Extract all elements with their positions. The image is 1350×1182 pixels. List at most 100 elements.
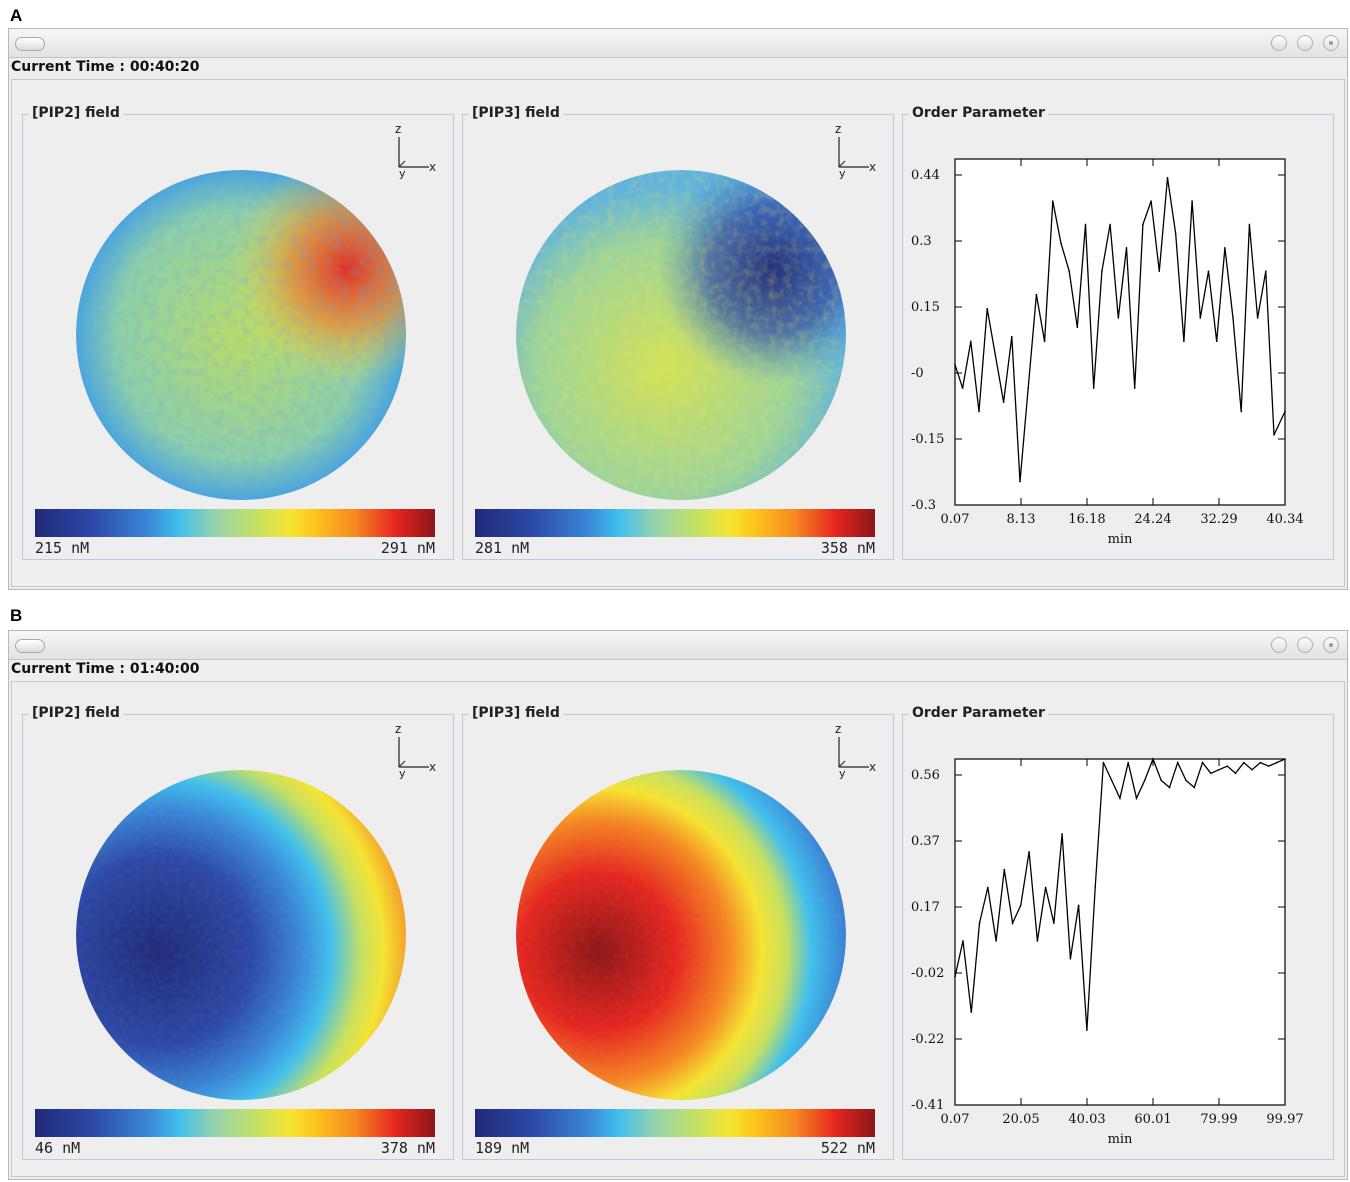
pip3-colorbar	[475, 509, 875, 537]
x-tick-label: 16.18	[1068, 512, 1105, 527]
data-point	[962, 940, 964, 942]
data-point	[1076, 326, 1079, 329]
pip2-field-view: [PIP2] field z x y	[22, 105, 454, 560]
pip2-colorbar-min: 215 nM	[35, 539, 90, 557]
menu-pill-icon[interactable]	[15, 37, 45, 51]
data-point	[1259, 761, 1262, 764]
data-point	[1143, 779, 1146, 782]
x-tick-label: 0.07	[941, 1112, 970, 1127]
axis-z-label: z	[835, 122, 841, 136]
data-point	[1158, 270, 1161, 273]
pip2-colorbar-max: 378 nM	[380, 1139, 435, 1157]
data-point	[1166, 176, 1169, 179]
data-point	[1273, 434, 1275, 436]
pip2-field-title: [PIP2] field	[29, 105, 123, 121]
order-parameter-chart: 0.07 8.13 16.18 24.24 32.29 40.34 0.44 0.3 0.15 -…	[911, 158, 1304, 547]
data-point	[1284, 410, 1286, 413]
data-point	[970, 1011, 973, 1014]
data-point	[1199, 317, 1202, 319]
data-point	[1191, 200, 1193, 202]
pip2-colorbar	[35, 1109, 435, 1137]
data-point	[994, 354, 997, 357]
data-point	[1011, 922, 1014, 924]
data-point	[1232, 317, 1234, 319]
y-tick-label: 0.37	[911, 834, 940, 849]
menu-pill-icon[interactable]	[15, 639, 45, 653]
data-point	[1127, 761, 1129, 764]
data-point	[1068, 270, 1070, 273]
data-point	[1276, 761, 1278, 764]
close-button-icon[interactable]	[1323, 35, 1339, 51]
zoom-button-icon[interactable]	[1297, 35, 1313, 51]
pip3-field-title: [PIP3] field	[469, 705, 563, 721]
pip2-colorbar-min: 46 nM	[35, 1139, 81, 1157]
data-point	[1240, 410, 1243, 413]
data-point	[978, 410, 980, 413]
plot-area	[954, 758, 1286, 1106]
axis-x-label: x	[429, 160, 436, 174]
data-point	[1094, 886, 1096, 889]
zoom-button-icon[interactable]	[1297, 637, 1313, 653]
data-point	[1084, 223, 1087, 226]
current-time-label: Current Time : 00:40:20	[11, 59, 200, 75]
content-area: [PIP2] field z x y	[11, 681, 1345, 1177]
content-area: [PIP2] field z x y	[11, 79, 1345, 587]
x-axis-label: min	[1108, 532, 1133, 547]
x-tick-label: 60.01	[1134, 1112, 1171, 1127]
close-button-icon[interactable]	[1323, 637, 1339, 653]
window-titlebar[interactable]	[9, 631, 1347, 660]
x-tick-label: 20.05	[1002, 1112, 1039, 1127]
pip3-field-view: [PIP3] field z x y	[462, 705, 894, 1160]
data-point	[1284, 758, 1286, 760]
data-point	[1135, 797, 1138, 800]
data-point	[1044, 886, 1047, 889]
data-point	[1209, 772, 1212, 775]
data-point	[970, 340, 972, 343]
y-tick-label: 0.17	[911, 900, 940, 915]
axis-z-label: z	[835, 722, 841, 736]
data-point	[1060, 242, 1062, 244]
data-point	[1218, 768, 1220, 771]
data-point	[954, 975, 956, 978]
pip3-field-view: [PIP3] field z x y	[462, 105, 894, 560]
simulation-window-a: Current Time : 00:40:20 [PIP2] field z x…	[8, 28, 1348, 590]
pip3-colorbar-max: 522 nM	[820, 1139, 875, 1157]
window-titlebar[interactable]	[9, 29, 1347, 58]
data-point	[1053, 922, 1055, 924]
data-point	[1256, 317, 1259, 319]
x-tick-label: 32.29	[1200, 512, 1237, 527]
data-point	[1036, 940, 1039, 942]
axis-x-label: x	[869, 160, 876, 174]
data-point	[1267, 765, 1270, 767]
data-point	[1077, 904, 1080, 907]
order-parameter-view: Order Parameter 0.07 20.05 40.03 60.01 79.99…	[902, 705, 1334, 1160]
x-tick-label: 79.99	[1200, 1112, 1237, 1127]
data-point	[987, 886, 989, 889]
data-point	[1193, 786, 1196, 789]
axis-z-label: z	[395, 122, 401, 136]
data-point	[1224, 247, 1226, 249]
x-tick-label: 40.03	[1068, 1112, 1105, 1127]
data-point	[1092, 387, 1095, 389]
data-point	[1152, 758, 1154, 760]
y-tick-label: 0.3	[911, 234, 932, 249]
y-tick-label: -0.15	[911, 432, 944, 447]
data-point	[1109, 223, 1111, 226]
x-tick-label: 40.34	[1266, 512, 1303, 527]
minimize-button-icon[interactable]	[1271, 35, 1287, 51]
y-tick-label: 0.56	[911, 768, 940, 783]
pip3-colorbar-max: 358 nM	[820, 539, 875, 557]
data-point	[1051, 200, 1054, 202]
y-tick-label: -0.22	[911, 1032, 944, 1047]
data-point	[1061, 833, 1063, 835]
data-point	[978, 922, 981, 924]
pip3-sphere-map	[516, 170, 846, 500]
order-parameter-view: Order Parameter 0.07 8.13 16.18 24.24 32.29 4…	[902, 105, 1334, 560]
x-tick-label: 24.24	[1134, 512, 1171, 527]
minimize-button-icon[interactable]	[1271, 637, 1287, 653]
data-point	[1110, 779, 1113, 782]
data-point	[1150, 200, 1152, 202]
data-point	[1160, 779, 1163, 782]
data-point	[1125, 247, 1128, 249]
data-point	[1027, 387, 1029, 389]
